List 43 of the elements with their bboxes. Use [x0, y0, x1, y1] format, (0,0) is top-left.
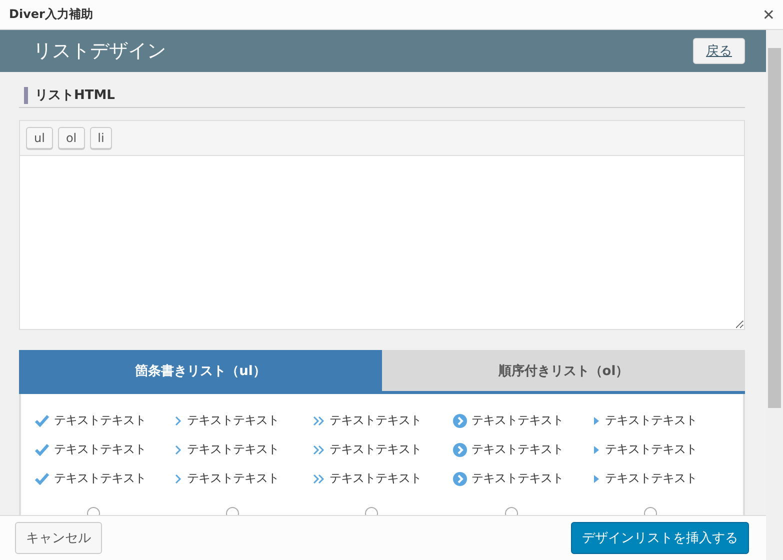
back-button[interactable]: 戻る: [693, 38, 745, 64]
sample-text: テキストテキスト: [329, 441, 422, 458]
sample-text: テキストテキスト: [187, 470, 280, 487]
sample-text: テキストテキスト: [329, 470, 422, 487]
close-button[interactable]: ✕: [760, 6, 777, 24]
sample-text: テキストテキスト: [604, 470, 697, 487]
double-chevron-icon: [313, 474, 324, 484]
sample-text: テキストテキスト: [329, 412, 422, 429]
section-marker: [24, 86, 28, 104]
section-title: リストHTML: [35, 87, 115, 104]
insert-button[interactable]: デザインリストを挿入する: [571, 522, 749, 554]
tab[interactable]: 順序付きリスト（ol）: [382, 350, 745, 391]
sample-text: テキストテキスト: [604, 441, 697, 458]
sample-text: テキストテキスト: [187, 441, 280, 458]
tag-button[interactable]: ol: [58, 127, 85, 149]
check-icon: [35, 414, 49, 426]
sample-text: テキストテキスト: [54, 441, 146, 458]
sample-text: テキストテキスト: [472, 412, 564, 429]
chevron-icon: [174, 444, 182, 454]
header-title: リストデザイン: [33, 39, 166, 64]
triangle-icon: [592, 416, 600, 426]
chevron-icon: [174, 474, 182, 484]
sample-text: テキストテキスト: [54, 470, 146, 487]
tag-button[interactable]: ul: [26, 127, 53, 149]
circle-chevron-icon: [452, 414, 467, 428]
sample-text: テキストテキスト: [54, 412, 146, 429]
double-chevron-icon: [313, 444, 324, 454]
triangle-icon: [592, 444, 600, 454]
sample-text: テキストテキスト: [604, 412, 697, 429]
circle-chevron-icon: [452, 472, 467, 486]
check-icon: [35, 444, 49, 456]
triangle-icon: [592, 474, 600, 484]
check-icon: [35, 472, 49, 484]
cancel-button[interactable]: キャンセル: [15, 522, 102, 554]
window-title: Diver入力補助: [9, 6, 93, 23]
tab[interactable]: 箇条書きリスト（ul）: [19, 350, 382, 391]
chevron-icon: [174, 416, 182, 426]
circle-chevron-icon: [452, 442, 467, 456]
sample-text: テキストテキスト: [187, 412, 280, 429]
sample-text: テキストテキスト: [472, 441, 564, 458]
sample-text: テキストテキスト: [472, 470, 564, 487]
tag-button[interactable]: li: [90, 127, 112, 149]
double-chevron-icon: [313, 416, 324, 426]
